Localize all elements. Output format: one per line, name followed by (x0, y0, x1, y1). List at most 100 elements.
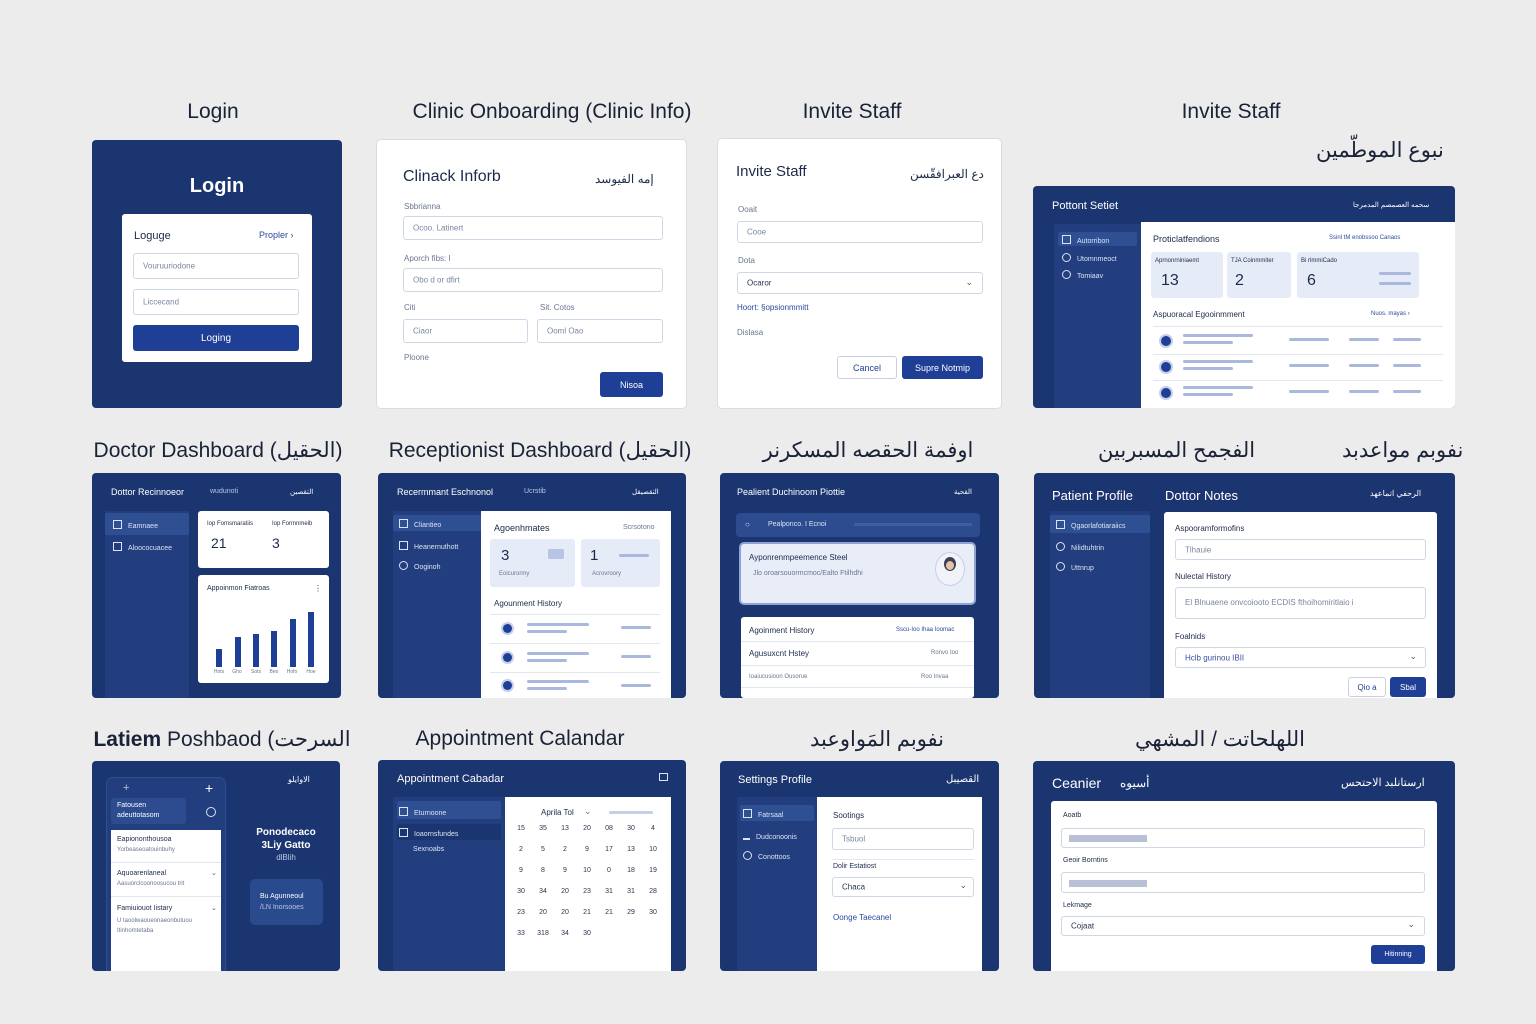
calendar-day[interactable]: 23 (511, 909, 531, 916)
role-select[interactable]: Ocaror ⌄ (737, 272, 983, 294)
calendar-day[interactable]: 29 (621, 909, 641, 916)
username-input[interactable]: Vouruuriodone (133, 253, 299, 279)
history-row-2[interactable]: Ioaiucusioon Ousorue (749, 674, 807, 680)
calendar-day[interactable]: 20 (555, 909, 575, 916)
history-link[interactable]: Sscu-Ioo Ihaa Ioomac (896, 627, 954, 633)
reception-section-link[interactable]: Scrsotono (623, 524, 655, 531)
medical-history-textarea[interactable]: El Blnuaene onvcoiooto ECDIS fthoihomiri… (1175, 587, 1426, 619)
calendar-day[interactable]: 28 (643, 888, 663, 895)
settings-input[interactable]: Tsbuol (832, 828, 974, 850)
calendar-day[interactable]: 9 (511, 867, 531, 874)
email-input[interactable]: Cooe (737, 221, 983, 243)
group-input[interactable] (1061, 872, 1425, 893)
calendar-day[interactable]: 21 (577, 909, 597, 916)
sidebar-item-0[interactable]: Autorribon (1062, 235, 1109, 245)
calendar-day[interactable]: 31 (599, 888, 619, 895)
change-password-link[interactable]: Oonge Taecanel (833, 913, 891, 922)
calendar-day[interactable]: 2 (511, 846, 531, 853)
save-settings-button[interactable]: Hitinning (1371, 945, 1425, 964)
sidebar-item-personal[interactable]: Fatrsaal (743, 809, 783, 819)
calendar-day[interactable]: 08 (599, 825, 619, 832)
calendar-day[interactable]: 19 (643, 867, 663, 874)
cancel-button[interactable]: Qio a (1348, 677, 1386, 697)
sidebar-item-nutrition[interactable]: Nilidtuhtrin (1056, 542, 1104, 552)
save-button[interactable]: Sbal (1390, 677, 1426, 697)
calendar-day[interactable]: 21 (599, 909, 619, 916)
list-item-1-title[interactable]: Eapiononthousoa (117, 836, 172, 843)
sidebar-item-health[interactable]: Heanernuthott (399, 541, 458, 551)
login-button[interactable]: Loging (133, 325, 299, 351)
sidebar-item-qualifications[interactable]: Qgaorlafotiaraiics (1056, 520, 1125, 530)
calendar-day[interactable]: 13 (555, 825, 575, 832)
calendar-day[interactable]: 5 (533, 846, 553, 853)
clinic-name-input[interactable]: Ocoo. Latinert (403, 216, 663, 240)
calendar-day[interactable]: 2 (555, 846, 575, 853)
calendar-day[interactable]: 15 (511, 825, 531, 832)
more-vertical-icon[interactable]: ⋮ (314, 584, 322, 593)
sidebar-item-transfers[interactable]: Ioaornsfundes (399, 828, 458, 838)
promo-mini-card[interactable]: Bu Agunneoul /LN Inorsooes (250, 879, 323, 925)
calendar-day[interactable]: 30 (643, 909, 663, 916)
state-input[interactable]: Ooml Oao (537, 319, 663, 343)
sidebar-item-sessions[interactable]: Sexnoabs (413, 846, 444, 853)
findings-select[interactable]: Hclb gurinou IBII ⌄ (1175, 647, 1426, 668)
add-icon[interactable]: + (123, 782, 129, 794)
calendar-day[interactable]: 30 (621, 825, 641, 832)
sidebar-item-dashboard[interactable]: Eamnaee (113, 520, 158, 530)
next-button[interactable]: Nisoa (600, 372, 663, 397)
calendar-day[interactable]: 0 (599, 867, 619, 874)
calendar-day[interactable]: 20 (555, 888, 575, 895)
menu-icon[interactable] (659, 773, 668, 781)
calendar-day[interactable]: 18 (621, 867, 641, 874)
calendar-day[interactable]: 17 (599, 846, 619, 853)
plus-icon[interactable]: + (205, 780, 213, 796)
sidebar-item-billing[interactable]: Ooginoh (399, 561, 440, 571)
calendar-day[interactable]: 10 (643, 846, 663, 853)
calendar-day[interactable]: 30 (511, 888, 531, 895)
sidebar-item-1[interactable]: Utomnmeoct (1062, 253, 1117, 263)
sidebar-item-clients[interactable]: Cliantieo (399, 519, 441, 529)
calendar-day[interactable]: 35 (533, 825, 553, 832)
calendar-day[interactable]: 34 (555, 930, 575, 937)
sidebar-item-appointments[interactable]: Aloococuacee (113, 542, 172, 552)
doctor-details-select[interactable]: Chaca ⌄ (832, 877, 974, 897)
list-item-2-title[interactable]: Aquoarenlaneal (117, 870, 166, 877)
sidebar-item-2[interactable]: Tomiaav (1062, 270, 1103, 280)
calendar-day[interactable]: 33 (511, 930, 531, 937)
name-input[interactable] (1061, 828, 1425, 848)
calendar-day[interactable]: 20 (577, 825, 597, 832)
login-provider-link[interactable]: Propler › (259, 230, 294, 240)
hint-link[interactable]: Hoort: §opsionmmitt (737, 303, 809, 312)
history-row-1[interactable]: Agusuxcnt Hstey (749, 649, 809, 658)
calendar-day[interactable]: 30 (577, 930, 597, 937)
circle-icon[interactable] (206, 807, 216, 817)
calendar-day[interactable]: 318 (533, 930, 553, 937)
calendar-day[interactable]: 8 (533, 867, 553, 874)
calendar-day[interactable]: 9 (577, 846, 597, 853)
staff-section-link[interactable]: Ssinl tM enobssoo Canaos (1329, 235, 1400, 241)
patient-search-bar[interactable]: ○ Pealponco. I Ecnoi (736, 513, 980, 537)
sidebar-item-contacts[interactable]: Conottoos (743, 851, 790, 861)
cancel-button[interactable]: Cancel (837, 356, 897, 379)
chevron-down-icon[interactable]: ⌄ (584, 806, 592, 817)
calendar-day[interactable]: 23 (577, 888, 597, 895)
sidebar-item-upload[interactable]: Uttnrup (1056, 562, 1094, 572)
mobile-tile[interactable]: Fatousen adeuttotasom (111, 798, 186, 824)
language-select[interactable]: Cojaat ⌄ (1061, 916, 1425, 936)
calendar-day[interactable]: 10 (577, 867, 597, 874)
city-input[interactable]: Ciaor (403, 319, 528, 343)
calendar-day[interactable]: 20 (533, 909, 553, 916)
assessment-input[interactable]: Tlhauie (1175, 539, 1426, 560)
appointment-list-link[interactable]: Nuos. mayas › (1371, 311, 1410, 317)
sidebar-item-documents[interactable]: Dudconoonis (743, 831, 797, 841)
password-input[interactable]: Liccecand (133, 289, 299, 315)
list-item-3-title[interactable]: Famiuiouot Iistary (117, 905, 172, 912)
calendar-day[interactable]: 34 (533, 888, 553, 895)
calendar-day[interactable]: 9 (555, 867, 575, 874)
calendar-day[interactable]: 4 (643, 825, 663, 832)
sidebar-item-events[interactable]: Eturnoone (399, 807, 446, 817)
send-invite-button[interactable]: Supre Notmip (902, 356, 983, 379)
clinic-address-input[interactable]: Obo d or dfirt (403, 268, 663, 292)
calendar-day[interactable]: 31 (621, 888, 641, 895)
calendar-day[interactable]: 13 (621, 846, 641, 853)
